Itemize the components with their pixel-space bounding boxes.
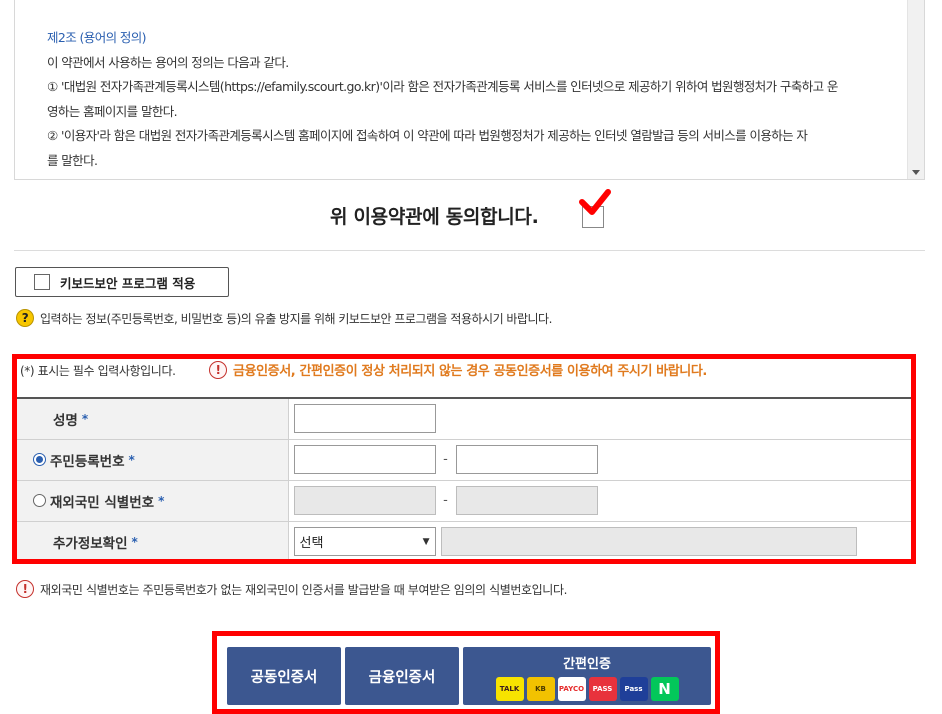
keyboard-notice: ? 입력하는 정보(주민등록번호, 비밀번호 등)의 유출 방지를 위해 키보드… xyxy=(16,309,552,327)
terms-line: 를 말한다. xyxy=(47,152,98,168)
scroll-down-icon[interactable] xyxy=(912,170,920,175)
foreign-id-notice-text: 재외국민 식별번호는 주민등록번호가 없는 재외국민이 인증서를 발급받을 때 … xyxy=(40,582,568,597)
keyboard-security-button[interactable]: 키보드보안 프로그램 적용 xyxy=(15,267,229,297)
agree-label: 위 이용약관에 동의합니다. xyxy=(330,206,539,228)
terms-scrollbar[interactable] xyxy=(907,0,924,179)
exclamation-icon: ! xyxy=(16,580,34,598)
keyboard-notice-text: 입력하는 정보(주민등록번호, 비밀번호 등)의 유출 방지를 위해 키보드보안… xyxy=(40,311,552,326)
agree-row: 위 이용약관에 동의합니다. xyxy=(0,196,942,236)
keyboard-security-label: 키보드보안 프로그램 적용 xyxy=(60,275,196,291)
red-check-mark-icon xyxy=(579,189,611,215)
divider xyxy=(14,250,925,251)
keyboard-security-checkbox[interactable] xyxy=(34,274,50,290)
foreign-id-notice: ! 재외국민 식별번호는 주민등록번호가 없는 재외국민이 인증서를 발급받을 … xyxy=(16,580,567,598)
terms-line: 영하는 홈페이지를 말한다. xyxy=(47,103,178,119)
question-icon: ? xyxy=(16,309,34,327)
terms-line: 이 약관에서 사용하는 용어의 정의는 다음과 같다. xyxy=(47,54,289,70)
terms-line: ② '이용자'라 함은 대법원 전자가족관계등록시스템 홈페이지에 접속하여 이… xyxy=(47,128,808,143)
terms-box[interactable]: 제2조 (용어의 정의) 이 약관에서 사용하는 용어의 정의는 다음과 같다.… xyxy=(14,0,925,180)
highlight-frame-form xyxy=(12,354,916,564)
terms-line: ① '대법원 전자가족관계등록시스템(https://efamily.scour… xyxy=(47,79,838,94)
terms-content: 제2조 (용어의 정의) 이 약관에서 사용하는 용어의 정의는 다음과 같다.… xyxy=(47,26,899,173)
terms-heading: 제2조 (용어의 정의) xyxy=(47,30,147,45)
highlight-frame-buttons xyxy=(212,631,720,714)
